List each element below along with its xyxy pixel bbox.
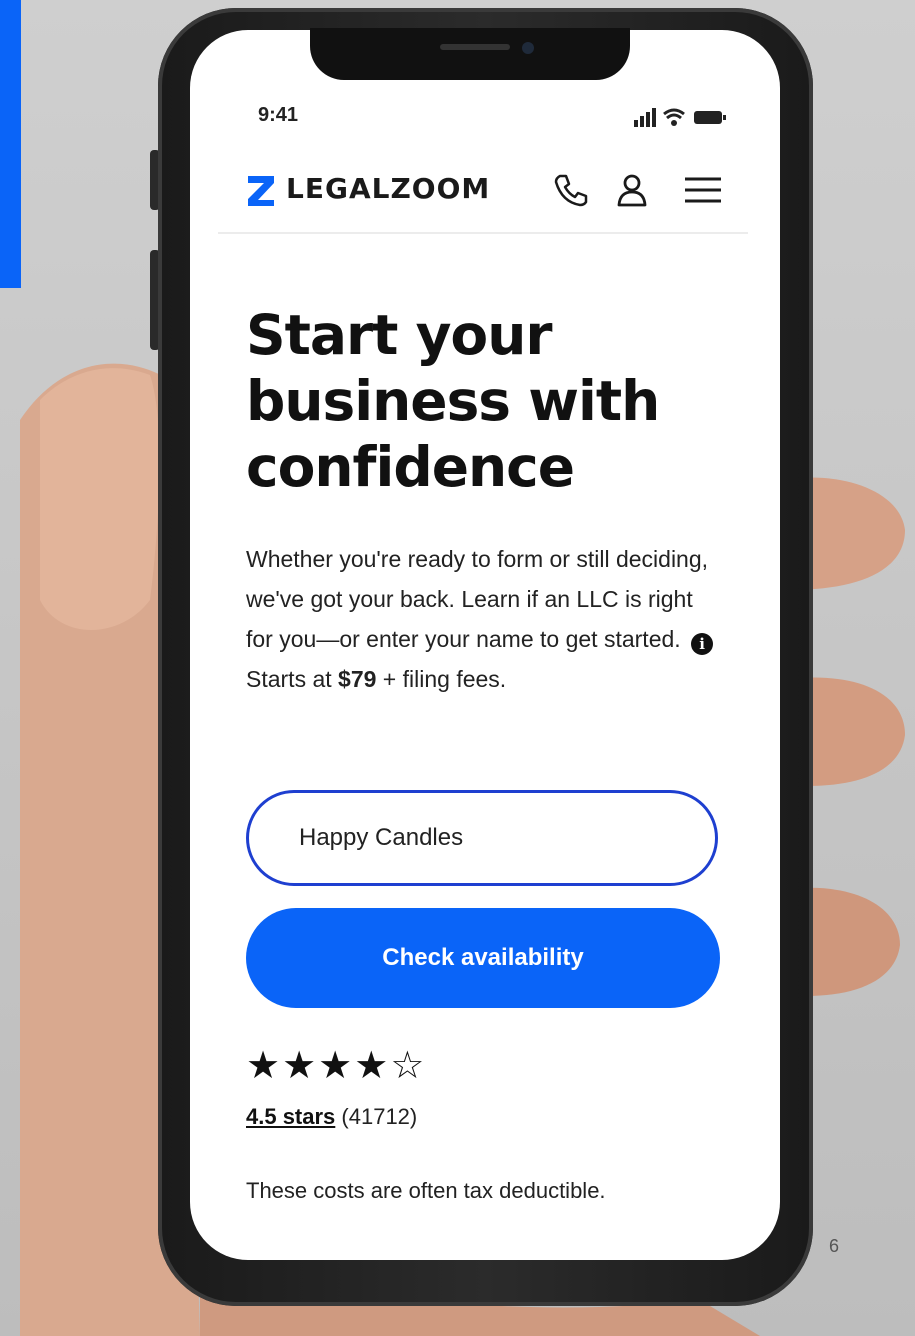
phone-camera (522, 42, 534, 54)
star-filled-icon: ★ (246, 1043, 283, 1087)
star-filled-icon: ★ (354, 1043, 391, 1087)
legalzoom-logo-icon[interactable] (246, 174, 276, 208)
phone-speaker (440, 44, 510, 50)
price-prefix: Starts at (246, 666, 339, 692)
battery-icon (694, 111, 726, 124)
hero-description: Whether you're ready to form or still de… (246, 539, 716, 699)
rating-link[interactable]: 4.5 stars (246, 1104, 335, 1129)
hero-headline: Start your business with confidence (246, 303, 660, 499)
tax-footnote: These costs are often tax deductible. (246, 1178, 606, 1203)
price-suffix: + filing fees. (376, 666, 507, 692)
phone-icon[interactable] (550, 170, 590, 210)
info-icon[interactable]: i (691, 633, 714, 655)
rating-summary: 4.5 stars (41712) (246, 1104, 417, 1130)
wifi-icon (663, 108, 685, 126)
phone-notch (310, 28, 630, 80)
star-half-icon: ☆ (390, 1043, 427, 1087)
star-filled-icon: ★ (318, 1043, 355, 1087)
description-text: Whether you're ready to form or still de… (246, 546, 709, 652)
star-rating: ★★★★☆ (246, 1043, 426, 1087)
rating-count: (41712) (335, 1104, 418, 1129)
business-name-input[interactable] (246, 790, 718, 886)
logo-text[interactable]: LEGALZOOM (286, 172, 490, 205)
navbar: LEGALZOOM (218, 160, 748, 234)
status-time: 9:41 (258, 104, 299, 126)
price-value: $79 (338, 666, 377, 692)
status-icons (634, 108, 726, 127)
check-availability-button[interactable]: Check availability (246, 908, 720, 1008)
menu-icon[interactable] (683, 170, 723, 210)
signal-icon (634, 108, 656, 127)
page-number: 6 (829, 1236, 840, 1256)
user-icon[interactable] (612, 170, 652, 210)
star-filled-icon: ★ (282, 1043, 319, 1087)
